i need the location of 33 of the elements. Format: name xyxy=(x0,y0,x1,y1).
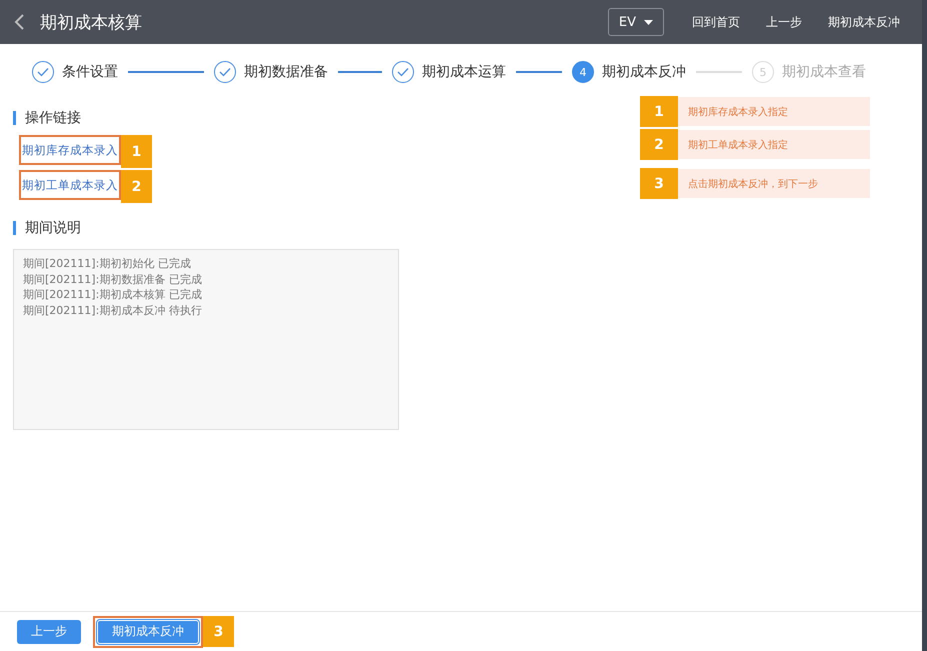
section-title: 操作链接 xyxy=(13,111,399,125)
hint-text: 期初工单成本录入指定 xyxy=(678,130,870,159)
step-badge: 2 xyxy=(121,170,152,203)
period-dropdown[interactable]: EV xyxy=(608,8,664,36)
step-label: 期初数据准备 xyxy=(244,63,328,81)
check-icon xyxy=(214,61,236,83)
step-label: 期初成本运算 xyxy=(422,63,506,81)
hint-text: 期初库存成本录入指定 xyxy=(678,97,870,126)
check-icon xyxy=(32,61,54,83)
section-title: 期间说明 xyxy=(13,221,399,235)
header-action[interactable]: 上一步 xyxy=(756,14,812,30)
note-line: 期间[202111]:期初成本核算 已完成 xyxy=(23,287,203,302)
note-line: 期间[202111]:期初数据准备 已完成 xyxy=(23,272,203,287)
header-action[interactable]: 回到首页 xyxy=(682,14,750,30)
step-badge: 2 xyxy=(640,129,678,160)
back-icon[interactable] xyxy=(12,13,26,31)
step-badge: 3 xyxy=(640,168,678,199)
step-badge: 3 xyxy=(203,616,234,647)
note-line: 期间[202111]:期初初始化 已完成 xyxy=(23,256,192,272)
step-label: 期初成本反冲 xyxy=(602,63,686,81)
step-number: 4 xyxy=(572,61,594,83)
step-label: 条件设置 xyxy=(62,63,118,81)
step-badge: 1 xyxy=(640,96,678,127)
caret-icon xyxy=(644,20,653,24)
entry-link[interactable]: 期初库存成本录入 xyxy=(19,135,121,165)
header-action[interactable]: 期初成本反冲 xyxy=(818,14,910,30)
step-badge: 1 xyxy=(121,135,152,168)
hint-text: 点击期初成本反冲，到下一步 xyxy=(678,169,870,198)
step-label: 期初成本查看 xyxy=(782,63,866,81)
note-line: 期间[202111]:期初成本反冲 待执行 xyxy=(23,302,203,318)
check-icon xyxy=(392,61,414,83)
entry-link[interactable]: 期初工单成本录入 xyxy=(19,170,121,200)
page-title: 期初成本核算 xyxy=(40,12,143,34)
